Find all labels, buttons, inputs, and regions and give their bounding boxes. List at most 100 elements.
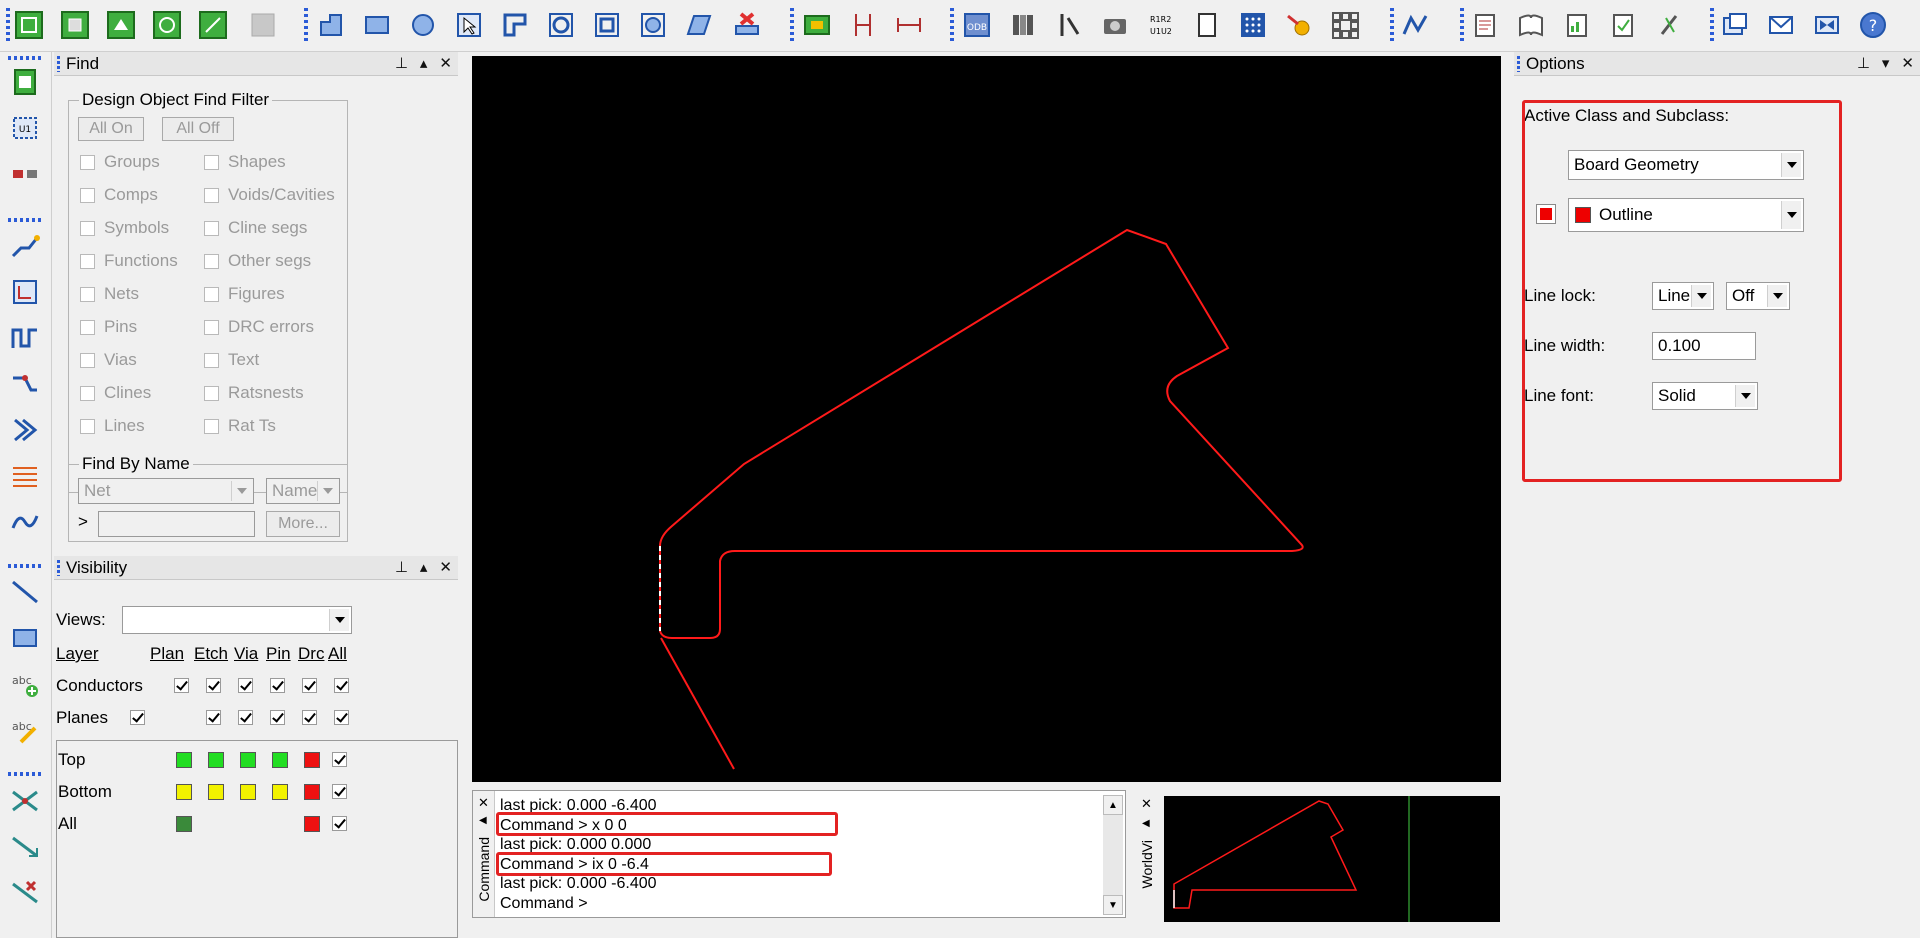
visibility-checkbox[interactable] xyxy=(130,710,145,725)
unroute-icon[interactable] xyxy=(6,874,44,910)
add-rect-icon[interactable] xyxy=(6,620,44,656)
filter-checkbox[interactable] xyxy=(80,419,95,434)
green-board-icon-4[interactable] xyxy=(150,8,184,42)
drc-color-swatch[interactable] xyxy=(304,784,320,800)
array-icon[interactable] xyxy=(1328,8,1362,42)
collapse-icon[interactable]: ▴ xyxy=(420,558,428,576)
layer-color-swatch[interactable] xyxy=(272,752,288,768)
route-connect-icon[interactable] xyxy=(6,228,44,264)
layer-all-checkbox[interactable] xyxy=(332,784,347,799)
add-text-icon[interactable]: abc xyxy=(6,666,44,702)
layer-color-swatch[interactable] xyxy=(176,752,192,768)
help-icon[interactable]: ? xyxy=(1856,8,1890,42)
visibility-checkbox[interactable] xyxy=(334,678,349,693)
chevron-down-icon[interactable]: ▾ xyxy=(1882,54,1890,72)
circle-icon[interactable] xyxy=(406,8,440,42)
panel-grip[interactable] xyxy=(1517,56,1520,72)
visibility-checkbox[interactable] xyxy=(302,678,317,693)
spread-icon[interactable] xyxy=(6,412,44,448)
filter-checkbox[interactable] xyxy=(80,353,95,368)
shape-edit-icon[interactable] xyxy=(498,8,532,42)
layer-color-swatch[interactable] xyxy=(176,784,192,800)
report-icon-1[interactable] xyxy=(1468,8,1502,42)
toolbar-grip[interactable] xyxy=(1390,8,1394,44)
all-off-button[interactable]: All Off xyxy=(162,117,234,141)
visibility-checkbox[interactable] xyxy=(302,710,317,725)
collapse-icon[interactable]: ▴ xyxy=(420,54,428,72)
camera-icon[interactable] xyxy=(1098,8,1132,42)
visibility-header[interactable]: Etch xyxy=(194,644,228,664)
visibility-header[interactable]: Plan xyxy=(150,644,184,664)
visibility-checkbox[interactable] xyxy=(334,710,349,725)
layer-color-swatch[interactable] xyxy=(240,752,256,768)
options-panel-title[interactable]: Options ⊥ ▾ ✕ xyxy=(1514,52,1920,76)
toolbar-grip[interactable] xyxy=(950,8,954,44)
close-icon[interactable]: ✕ xyxy=(439,558,452,576)
shape-fill-icon[interactable] xyxy=(682,8,716,42)
delete-shape-icon[interactable] xyxy=(730,8,764,42)
toolbar-grip[interactable] xyxy=(1710,8,1714,44)
mail-icon[interactable] xyxy=(1764,8,1798,42)
filter-checkbox[interactable] xyxy=(204,320,219,335)
filter-checkbox[interactable] xyxy=(204,386,219,401)
add-line-icon[interactable] xyxy=(6,574,44,610)
command-scrollbar[interactable] xyxy=(1103,815,1123,895)
filter-checkbox[interactable] xyxy=(204,221,219,236)
pin-icon[interactable]: ⊥ xyxy=(1857,54,1870,72)
green-board-icon-1[interactable] xyxy=(12,8,46,42)
toolbar-grip[interactable] xyxy=(8,218,42,222)
dimension-vertical-icon[interactable] xyxy=(846,8,880,42)
visibility-header[interactable]: All xyxy=(328,644,347,664)
void-rect-icon[interactable] xyxy=(590,8,624,42)
toolbar-grip[interactable] xyxy=(1460,8,1464,44)
visibility-checkbox[interactable] xyxy=(206,710,221,725)
filter-checkbox[interactable] xyxy=(204,155,219,170)
bowtie-icon[interactable] xyxy=(1810,8,1844,42)
visibility-checkbox[interactable] xyxy=(238,710,253,725)
close-icon[interactable]: ✕ xyxy=(1141,796,1152,812)
layer-color-swatch[interactable] xyxy=(240,784,256,800)
report-icon-3[interactable] xyxy=(1560,8,1594,42)
toolbar-grip[interactable] xyxy=(6,8,10,44)
board-outline[interactable] xyxy=(472,56,1501,782)
layer-color-swatch[interactable] xyxy=(176,816,192,832)
close-icon[interactable]: ✕ xyxy=(439,54,452,72)
bus-icon[interactable] xyxy=(6,458,44,494)
delay-tune-icon[interactable] xyxy=(6,320,44,356)
visibility-header[interactable]: Pin xyxy=(266,644,291,664)
find-type-select[interactable]: Net xyxy=(78,478,254,504)
visibility-checkbox[interactable] xyxy=(238,678,253,693)
worldview-canvas[interactable] xyxy=(1164,796,1500,922)
filter-checkbox[interactable] xyxy=(80,320,95,335)
toolbar-grip[interactable] xyxy=(790,8,794,44)
notes-icon[interactable] xyxy=(1190,8,1224,42)
panel-grip[interactable] xyxy=(57,560,60,576)
u1-component-icon[interactable]: U1 xyxy=(6,110,44,146)
find-name-input[interactable] xyxy=(98,511,255,537)
probe-icon[interactable] xyxy=(1282,8,1316,42)
filter-checkbox[interactable] xyxy=(80,221,95,236)
tools-icon[interactable] xyxy=(1052,8,1086,42)
edit-text-icon[interactable]: abc xyxy=(6,712,44,748)
layer-color-swatch[interactable] xyxy=(208,752,224,768)
filter-checkbox[interactable] xyxy=(204,419,219,434)
grid-icon[interactable] xyxy=(1236,8,1270,42)
visibility-checkbox[interactable] xyxy=(270,710,285,725)
visibility-header[interactable]: Drc xyxy=(298,644,324,664)
find-name-select[interactable]: Name xyxy=(266,478,340,504)
panel-grip[interactable] xyxy=(57,56,60,72)
select-shape-icon[interactable] xyxy=(452,8,486,42)
dimension-horizontal-icon[interactable] xyxy=(892,8,926,42)
filter-checkbox[interactable] xyxy=(80,386,95,401)
layer-all-checkbox[interactable] xyxy=(332,816,347,831)
green-board-icon-2[interactable] xyxy=(58,8,92,42)
close-icon[interactable]: ✕ xyxy=(478,795,489,811)
merge-shape-icon[interactable] xyxy=(544,8,578,42)
tune-icon[interactable] xyxy=(6,504,44,540)
filter-checkbox[interactable] xyxy=(204,254,219,269)
route-icon[interactable] xyxy=(1398,8,1432,42)
drc-color-swatch[interactable] xyxy=(304,816,320,832)
views-select[interactable] xyxy=(122,606,352,634)
pin-icon[interactable]: ⊥ xyxy=(395,54,408,72)
toolbar-grip[interactable] xyxy=(8,772,42,776)
